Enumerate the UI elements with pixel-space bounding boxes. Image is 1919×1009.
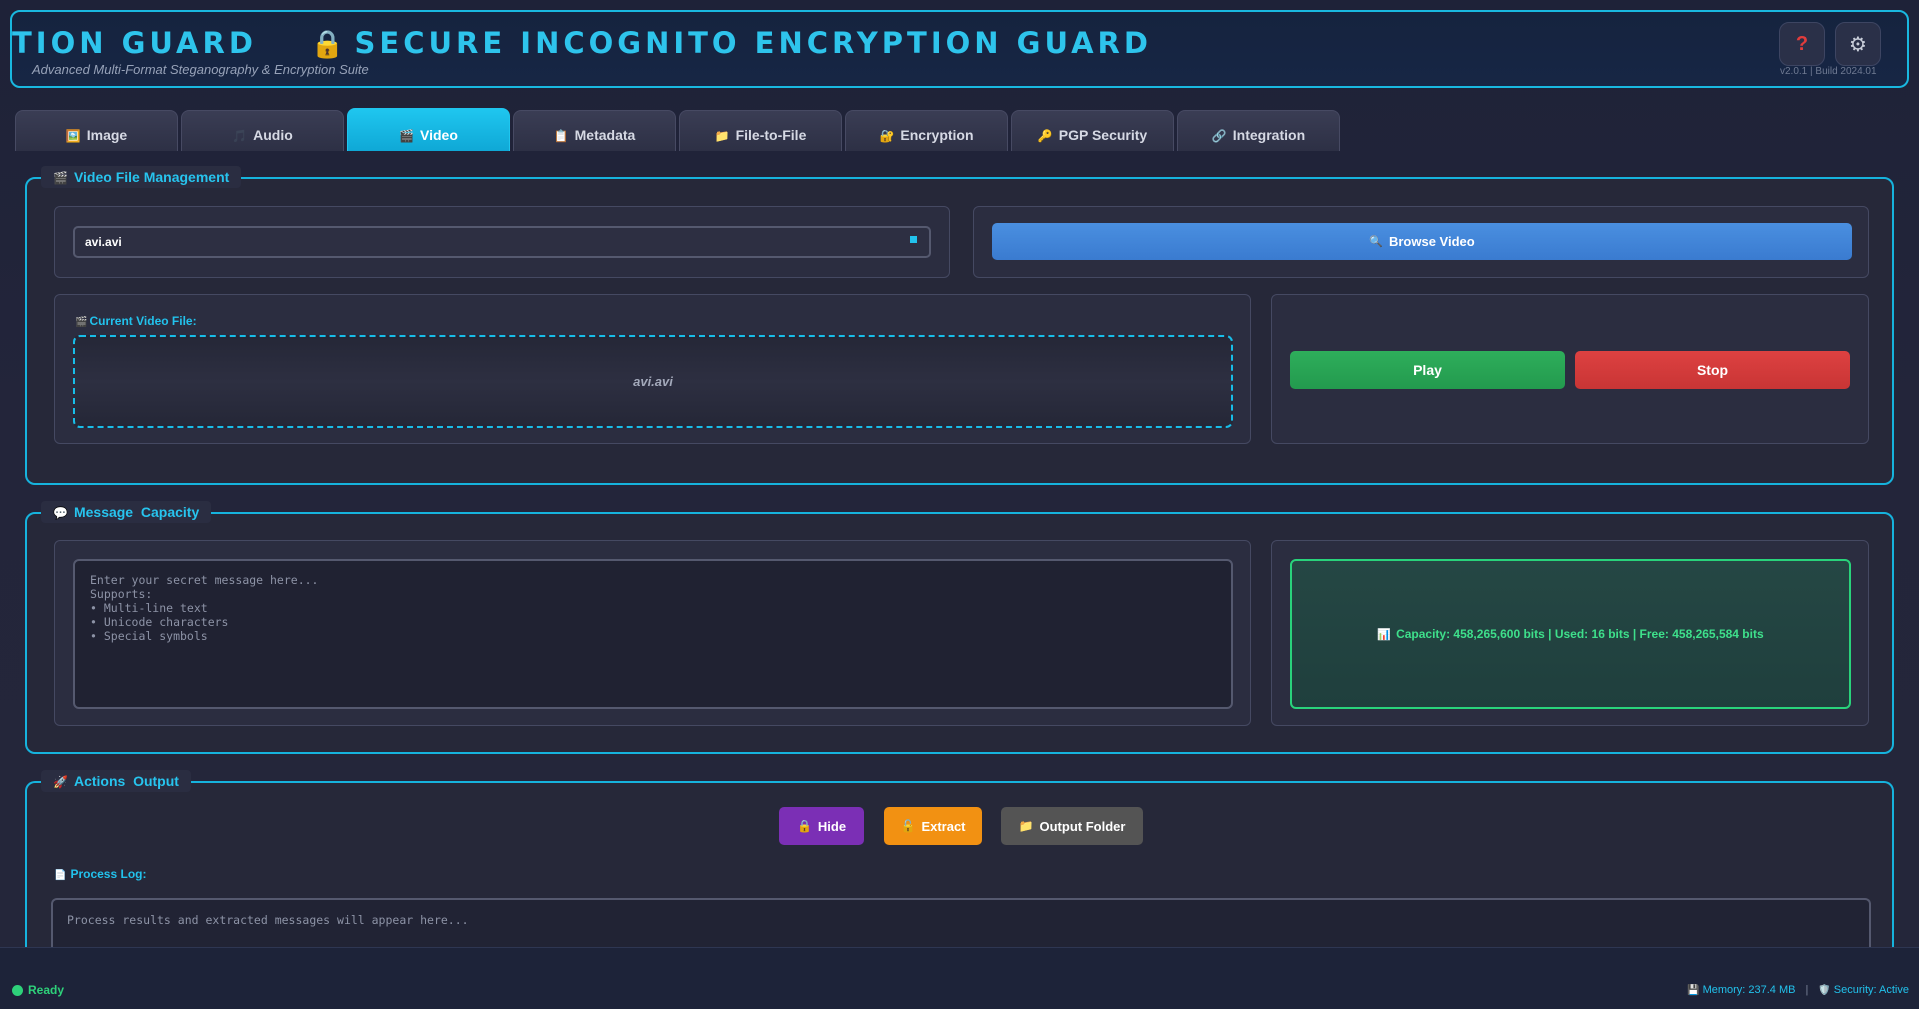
video-file-management-group: 🎬 Video File Management avi.avi 🔍 Browse V… [25,166,1894,485]
unlock-icon: 🔓 [900,819,916,833]
help-icon: ? [1795,32,1809,55]
audio-icon: 🎵 [232,129,248,143]
extract-button[interactable]: 🔓 Extract [884,807,982,845]
group-legend: 💬 Message Capacity [41,501,212,523]
indicator-icon [910,236,917,243]
group-legend: 🎬 Video File Management [41,166,242,188]
play-button[interactable]: Play [1290,351,1565,389]
video-drop-zone[interactable]: avi.avi [73,335,1233,428]
tab-encryption[interactable]: 🔐 Encryption [845,110,1008,151]
status-ready-label: Ready [28,983,65,997]
actions-output-group: 🚀 Actions Output 🔒 Hide 🔓 Extract 📁 Output F… [25,770,1894,958]
video-icon: 🎬 [75,317,88,328]
browse-video-button[interactable]: 🔍 Browse Video [992,223,1852,260]
status-info: 💾 Memory: 237.4 MB | 🛡️ Security: Active [1687,984,1909,996]
stop-button[interactable]: Stop [1575,351,1850,389]
tab-label: PGP Security [1058,127,1148,143]
memory-icon: 💾 [1687,985,1700,996]
video-icon: 🎬 [53,171,68,185]
app-header: TION GUARD 🔒 SECURE INCOGNITO ENCRYPTION G… [10,10,1909,88]
metadata-icon: 📋 [553,129,569,143]
capacity-panel: 📊 Capacity: 458,265,600 bits | Used: 16 b… [1271,540,1869,726]
tab-label: Image [86,127,128,143]
security-label: Security: Active [1833,984,1909,996]
security-status: 🛡️ Security: Active [1818,984,1909,996]
app-title: SECURE INCOGNITO ENCRYPTION GUARD [354,26,1152,60]
extract-label: Extract [921,818,966,834]
current-file-panel: 🎬 Current Video File: avi.avi [54,294,1251,444]
secret-message-input[interactable]: Enter your secret message here... Suppor… [73,559,1233,709]
legend-label: Video File Management [73,169,230,185]
legend-label: Message Capacity [73,504,200,520]
tab-label: Metadata [574,127,636,143]
message-capacity-group: 💬 Message Capacity Enter your secret mess… [25,501,1894,754]
shield-icon: 🛡️ [1818,985,1831,996]
tab-pgp-security[interactable]: 🔑 PGP Security [1011,110,1174,151]
hide-label: Hide [817,818,847,834]
chart-icon: 📊 [1377,628,1392,641]
lock-icon: 🔒 [310,29,349,60]
speech-bubble-icon: 💬 [53,506,68,520]
output-folder-button[interactable]: 📁 Output Folder [1001,807,1143,845]
link-icon: 🔗 [1211,129,1227,143]
process-log-label: 📄 Process Log: [54,867,146,881]
video-path-value: avi.avi [85,235,122,249]
output-folder-label: Output Folder [1039,818,1126,834]
current-file-label: 🎬 Current Video File: [75,314,197,328]
video-icon: 🎬 [399,129,415,143]
encryption-icon: 🔐 [879,129,895,143]
tab-file-to-file[interactable]: 📁 File-to-File [679,110,842,151]
tab-audio[interactable]: 🎵 Audio [181,110,344,151]
image-icon: 🖼️ [65,129,81,143]
document-icon: 📄 [54,870,67,881]
legend-label: Actions Output [73,773,179,789]
tab-label: Encryption [900,127,974,143]
playback-panel: Play Stop [1271,294,1869,444]
status-bar: Ready 💾 Memory: 237.4 MB | 🛡️ Security: Ac… [0,947,1919,1009]
app-title-fragment: TION GUARD [12,26,257,60]
status-separator: | [1805,984,1809,996]
lock-icon: 🔒 [796,819,812,833]
current-file-title: Current Video File: [89,314,197,328]
tab-integration[interactable]: 🔗 Integration [1177,110,1340,151]
help-button[interactable]: ? [1779,22,1825,66]
hide-button[interactable]: 🔒 Hide [779,807,864,845]
tab-video[interactable]: 🎬 Video [347,108,510,151]
rocket-icon: 🚀 [53,775,68,789]
tab-label: File-to-File [735,127,807,143]
folder-icon: 📁 [714,129,730,143]
current-file-name: avi.avi [633,374,673,389]
capacity-text: Capacity: 458,265,600 bits | Used: 16 bi… [1396,627,1764,641]
process-log-title: Process Log: [70,867,147,881]
search-icon: 🔍 [1369,236,1383,248]
memory-label: Memory: 237.4 MB [1702,984,1796,996]
capacity-display: 📊 Capacity: 458,265,600 bits | Used: 16 b… [1290,559,1851,709]
browse-label: Browse Video [1388,234,1475,249]
app-subtitle: Advanced Multi-Format Steganography & En… [32,62,369,77]
message-panel: Enter your secret message here... Suppor… [54,540,1251,726]
tab-bar: 🖼️ Image 🎵 Audio 🎬 Video 📋 Metadata 📁 File-to… [15,108,1340,151]
status-ready: Ready [12,983,64,997]
status-indicator-icon [12,984,23,996]
video-path-field[interactable]: avi.avi [73,226,931,258]
key-icon: 🔑 [1037,129,1053,143]
gear-icon: ⚙ [1849,33,1867,56]
folder-icon: 📁 [1018,819,1034,833]
tab-image[interactable]: 🖼️ Image [15,110,178,151]
settings-button[interactable]: ⚙ [1835,22,1881,66]
browse-panel: 🔍 Browse Video [973,206,1869,278]
app-title-marquee: TION GUARD 🔒 SECURE INCOGNITO ENCRYPTION G… [12,26,1152,60]
tab-label: Audio [253,127,293,143]
tab-metadata[interactable]: 📋 Metadata [513,110,676,151]
group-legend: 🚀 Actions Output [41,770,191,792]
tab-label: Integration [1232,127,1306,143]
file-path-panel: avi.avi [54,206,950,278]
memory-status: 💾 Memory: 237.4 MB [1687,984,1795,996]
tab-label: Video [420,127,458,143]
version-label: v2.0.1 | Build 2024.01 [1780,66,1877,77]
